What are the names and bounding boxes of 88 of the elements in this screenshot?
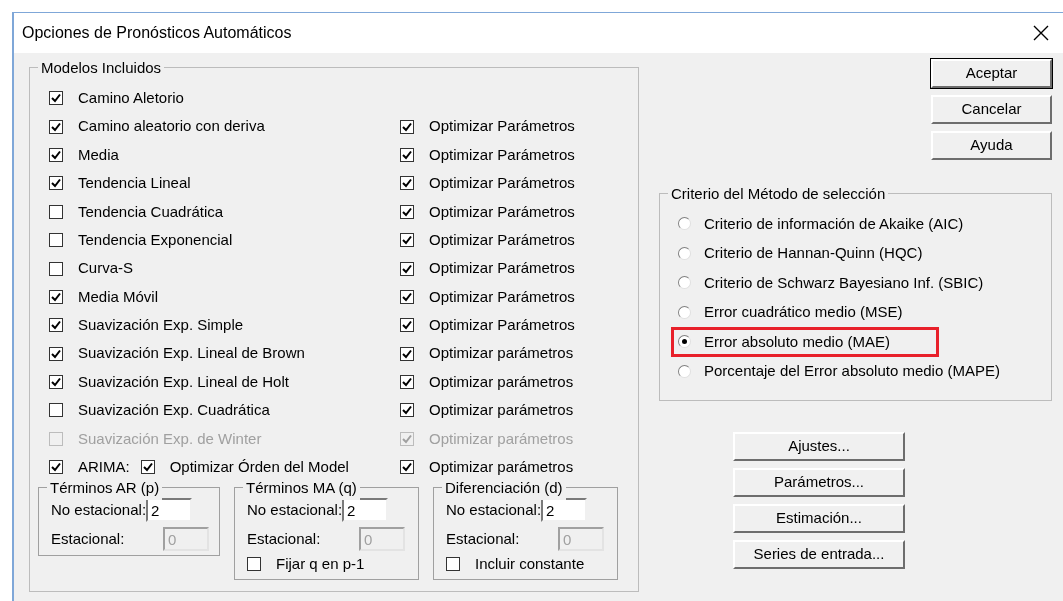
checkbox-label: Optimizar Parámetros	[429, 201, 575, 222]
checkbox[interactable]	[49, 460, 63, 475]
checkbox-label: Suavización Exp. de Winter	[78, 428, 262, 449]
field-label: Estacional:	[247, 528, 322, 549]
checkbox[interactable]	[49, 375, 63, 390]
checkbox[interactable]	[446, 557, 460, 572]
checkbox[interactable]	[400, 176, 414, 191]
checkbox-label: Suavización Exp. Lineal de Holt	[78, 371, 289, 392]
checkbox-label: Incluir constante	[475, 554, 585, 575]
checkbox-label: Suavización Exp. Cuadrática	[78, 400, 270, 421]
checkbox-label: Optimizar parámetros	[429, 371, 574, 392]
field-label: No estacional:	[446, 499, 542, 520]
checkbox-label: Media Móvil	[78, 286, 159, 307]
checkbox[interactable]	[49, 176, 63, 191]
checkbox[interactable]	[400, 375, 414, 390]
checkbox[interactable]	[400, 460, 414, 475]
checkbox-label: Optimizar Parámetros	[429, 173, 575, 194]
radio-button[interactable]	[678, 246, 691, 260]
checkbox[interactable]	[49, 318, 63, 333]
checkbox-label: Fijar q en p-1	[276, 554, 365, 575]
radio-button[interactable]	[678, 364, 691, 378]
number-field[interactable]: 2	[146, 497, 193, 522]
checkbox[interactable]	[49, 147, 63, 162]
radio-button[interactable]	[678, 335, 691, 349]
checkbox-label: Curva-S	[78, 258, 133, 279]
radio-button[interactable]	[678, 217, 691, 231]
radio-button[interactable]	[678, 305, 691, 319]
dialog-button[interactable]: Aceptar	[931, 59, 1052, 88]
checkbox[interactable]	[400, 346, 414, 361]
field-label: No estacional:	[51, 499, 147, 520]
checkbox-label: Optimizar Parámetros	[429, 258, 575, 279]
checkbox-label: Optimizar Parámetros	[429, 229, 575, 250]
dialog-button[interactable]: Estimación...	[733, 504, 905, 533]
checkbox-label: Optimizar parámetros	[429, 428, 574, 449]
checkbox[interactable]	[49, 233, 63, 248]
checkbox[interactable]	[140, 460, 155, 475]
checkbox[interactable]	[49, 261, 63, 276]
checkbox[interactable]	[49, 91, 63, 106]
checkbox[interactable]	[400, 233, 414, 248]
checkbox-label: Tendencia Cuadrática	[78, 201, 224, 222]
checkbox-label: Camino aleatorio con deriva	[78, 116, 265, 137]
checkbox[interactable]	[247, 557, 261, 572]
field-label: No estacional:	[247, 499, 343, 520]
dialog-button[interactable]: Cancelar	[931, 95, 1052, 124]
checkbox[interactable]	[400, 289, 414, 304]
checkbox[interactable]	[49, 289, 63, 304]
checkbox-label: Camino Aletorio	[78, 87, 184, 108]
radio-label: Error absoluto medio (MAE)	[704, 331, 890, 352]
checkbox-label: ARIMA:	[78, 457, 130, 477]
dialog-button[interactable]: Ayuda	[931, 131, 1052, 160]
checkbox-label: Optimizar parámetros	[429, 457, 574, 477]
checkbox-label: Suavización Exp. Lineal de Brown	[78, 343, 305, 364]
checkbox[interactable]	[400, 119, 414, 134]
window-title: Opciones de Pronósticos Automáticos	[22, 23, 292, 43]
field-label: Estacional:	[446, 528, 521, 549]
radio-label: Porcentaje del Error absoluto medio (MAPE)	[704, 361, 1000, 381]
checkbox[interactable]	[49, 204, 63, 219]
checkbox-label: Optimizar Parámetros	[429, 144, 575, 165]
checkbox[interactable]	[400, 261, 414, 276]
field-label: Estacional:	[51, 528, 126, 549]
number-field[interactable]: 2	[342, 497, 389, 522]
checkbox-label: Optimizar Órden del Model	[169, 457, 349, 477]
number-field[interactable]: 2	[541, 497, 588, 522]
close-icon[interactable]	[1033, 25, 1049, 41]
dialog-button[interactable]: Series de entrada...	[733, 540, 905, 569]
dialog-button[interactable]: Ajustes...	[733, 432, 905, 461]
checkbox-label: Optimizar Parámetros	[429, 315, 575, 336]
checkbox-label: Optimizar Parámetros	[429, 116, 575, 137]
checkbox[interactable]	[400, 318, 414, 333]
checkbox-label: Media	[78, 144, 119, 165]
checkbox[interactable]	[49, 346, 63, 361]
checkbox-label: Optimizar parámetros	[429, 343, 574, 364]
checkbox[interactable]	[400, 147, 414, 162]
radio-label: Criterio de Hannan-Quinn (HQC)	[704, 243, 923, 263]
checkbox-label: Optimizar Parámetros	[429, 286, 575, 307]
radio-label: Error cuadrático medio (MSE)	[704, 302, 903, 322]
checkbox-label: Tendencia Exponencial	[78, 229, 233, 250]
radio-label: Criterio de Schwarz Bayesiano Inf. (SBIC)	[704, 272, 984, 293]
checkbox[interactable]	[400, 403, 414, 418]
checkbox[interactable]	[400, 204, 414, 219]
checkbox-label: Optimizar parámetros	[429, 400, 574, 421]
radio-button[interactable]	[678, 276, 691, 290]
dialog-button[interactable]: Parámetros...	[733, 468, 905, 497]
checkbox-label: Tendencia Lineal	[78, 173, 191, 194]
checkbox-label: Suavización Exp. Simple	[78, 315, 244, 336]
checkbox[interactable]	[49, 119, 63, 134]
radio-label: Criterio de información de Akaike (AIC)	[704, 213, 964, 234]
checkbox[interactable]	[49, 403, 63, 418]
